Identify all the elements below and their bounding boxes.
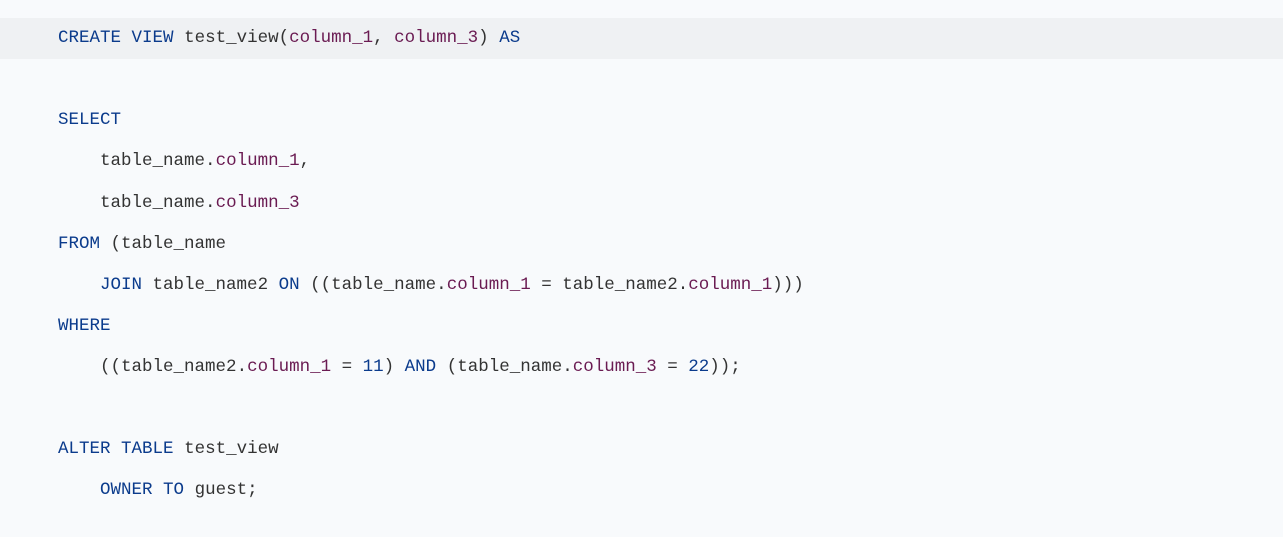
identifier: table_name [121,234,226,254]
code-line-7: WHERE [58,316,111,336]
punct: ; [247,480,258,500]
code-line-6: JOIN table_name2 ON ((table_name.column_… [58,275,804,295]
operator: = [331,357,363,377]
identifier: table_name2 [121,357,237,377]
keyword-owner: OWNER [100,480,153,500]
column: column_3 [216,193,300,213]
keyword-as: AS [499,28,520,48]
identifier: guest [195,480,248,500]
identifier: table_name [331,275,436,295]
column: column_3 [573,357,657,377]
identifier: table_name [100,193,205,213]
punct: ( [279,28,290,48]
punct: (( [310,275,331,295]
punct: , [373,28,384,48]
column: column_1 [216,151,300,171]
punct: . [205,193,216,213]
code-line-2: SELECT [58,110,121,130]
identifier: table_name2 [562,275,678,295]
keyword-create: CREATE [58,28,121,48]
column: column_3 [394,28,478,48]
keyword-on: ON [279,275,300,295]
keyword-from: FROM [58,234,100,254]
identifier: table_name [100,151,205,171]
column: column_1 [247,357,331,377]
keyword-view: VIEW [132,28,174,48]
code-line-3: table_name.column_1, [58,151,310,171]
code-block: CREATE VIEW test_view(column_1, column_3… [0,0,1283,534]
punct: . [436,275,447,295]
punct: )); [709,357,741,377]
punct: . [205,151,216,171]
code-line-10: OWNER TO guest; [58,480,258,500]
punct: . [562,357,573,377]
identifier: table_name [457,357,562,377]
keyword-table: TABLE [121,439,174,459]
operator: = [657,357,689,377]
punct: . [237,357,248,377]
keyword-join: JOIN [100,275,142,295]
identifier: test_view [184,28,279,48]
punct: ))) [772,275,804,295]
operator: = [531,275,563,295]
punct: (( [100,357,121,377]
column: column_1 [289,28,373,48]
punct: ( [111,234,122,254]
number: 11 [363,357,384,377]
code-line-5: FROM (table_name [58,234,226,254]
column: column_1 [688,275,772,295]
keyword-alter: ALTER [58,439,111,459]
identifier: test_view [184,439,279,459]
punct: . [678,275,689,295]
code-line-8: ((table_name2.column_1 = 11) AND (table_… [58,357,741,377]
number: 22 [688,357,709,377]
punct: ) [384,357,395,377]
keyword-to: TO [163,480,184,500]
code-line-4: table_name.column_3 [58,193,300,213]
code-line-1: CREATE VIEW test_view(column_1, column_3… [0,18,1283,59]
keyword-select: SELECT [58,110,121,130]
column: column_1 [447,275,531,295]
keyword-where: WHERE [58,316,111,336]
identifier: table_name2 [153,275,269,295]
punct: ) [478,28,489,48]
code-line-9: ALTER TABLE test_view [58,439,279,459]
punct: , [300,151,311,171]
keyword-and: AND [405,357,437,377]
punct: ( [447,357,458,377]
